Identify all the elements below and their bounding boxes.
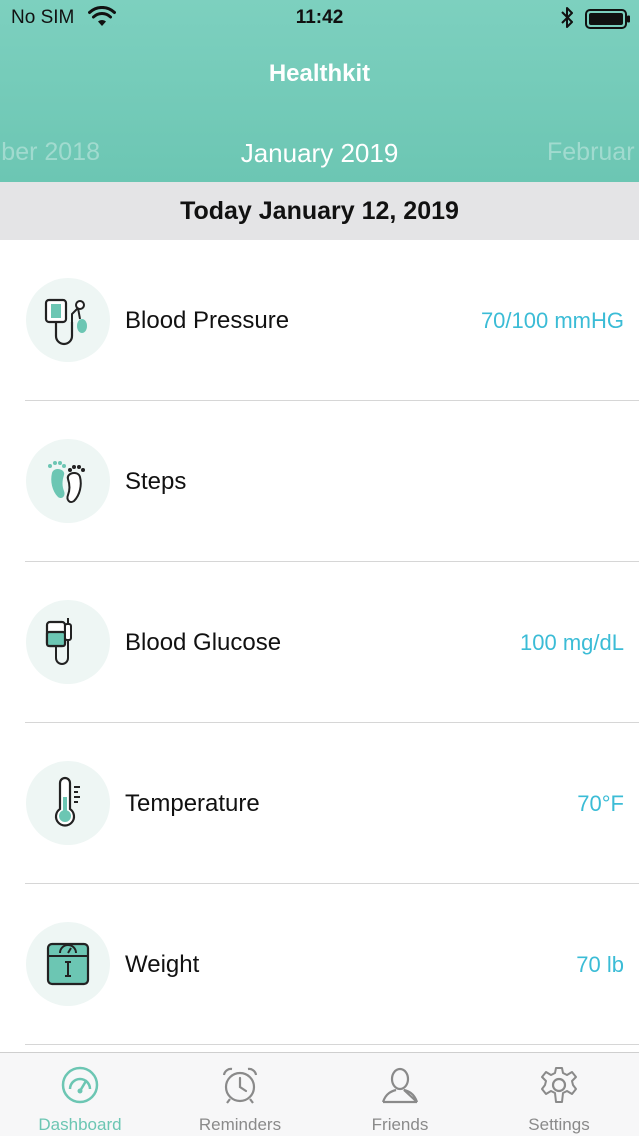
glucose-meter-icon — [26, 599, 110, 684]
metric-value: 70°F — [577, 790, 624, 816]
tab-friends[interactable]: Friends — [320, 1053, 480, 1136]
metric-value: 100 mg/dL — [520, 629, 624, 655]
alarm-clock-icon — [222, 1067, 258, 1104]
header: No SIM 11:42 Healthkit ber 2018 January … — [0, 0, 639, 182]
bluetooth-icon — [561, 7, 573, 28]
gear-icon — [541, 1067, 577, 1103]
dashboard-gauge-icon — [61, 1066, 99, 1104]
metric-label: Blood Pressure — [125, 306, 290, 334]
battery-icon — [585, 9, 630, 29]
metric-row-weight[interactable]: Weight 70 lb — [0, 884, 639, 1045]
metric-label: Weight — [125, 950, 200, 978]
metric-row-blood-glucose[interactable]: Blood Glucose 100 mg/dL — [0, 562, 639, 723]
tab-label: Reminders — [198, 1115, 282, 1134]
tab-bar: Dashboard Reminders Friends Settings — [0, 1052, 639, 1136]
blood-pressure-icon — [26, 277, 110, 362]
status-time: 11:42 — [295, 7, 344, 28]
scale-icon — [26, 921, 110, 1006]
tab-label: Settings — [528, 1115, 590, 1134]
metric-label: Temperature — [125, 789, 260, 817]
metric-row-blood-pressure[interactable]: Blood Pressure 70/100 mmHG — [0, 240, 639, 401]
metric-row-steps[interactable]: Steps — [0, 401, 639, 562]
footprints-icon — [26, 438, 110, 523]
month-next[interactable]: Februar — [547, 138, 635, 167]
tab-reminders[interactable]: Reminders — [160, 1053, 320, 1136]
status-bar: No SIM 11:42 — [0, 0, 639, 36]
thermometer-icon — [26, 760, 110, 845]
month-current[interactable]: January 2019 — [0, 138, 639, 169]
metric-value: 70 lb — [576, 951, 624, 977]
metric-row-temperature[interactable]: Temperature 70°F — [0, 723, 639, 884]
app-title: Healthkit — [268, 60, 371, 87]
metric-value: 70/100 mmHG — [480, 307, 624, 333]
metric-label: Blood Glucose — [125, 628, 282, 656]
date-band: Today January 12, 2019 — [0, 182, 639, 240]
tab-settings[interactable]: Settings — [479, 1053, 639, 1136]
tab-label: Dashboard — [38, 1115, 122, 1134]
tab-dashboard[interactable]: Dashboard — [0, 1053, 160, 1136]
divider — [25, 1044, 639, 1045]
person-icon — [381, 1067, 419, 1104]
metric-label: Steps — [125, 467, 187, 495]
tab-label: Friends — [371, 1115, 429, 1134]
